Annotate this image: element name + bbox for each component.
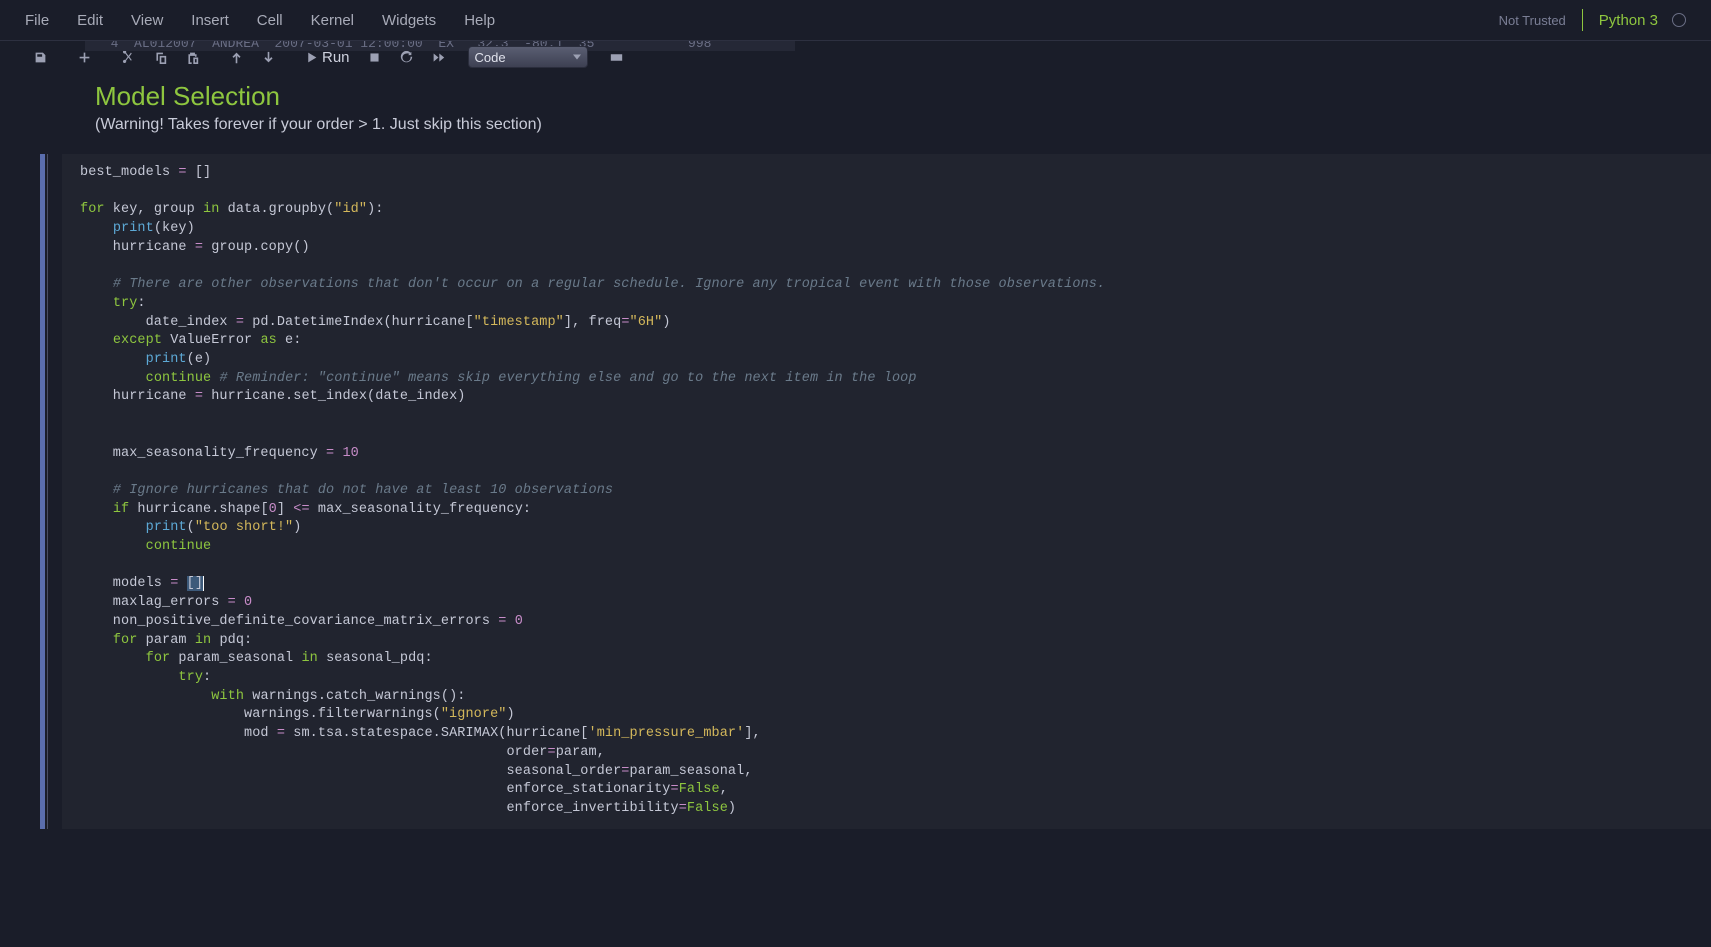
prompt-gutter bbox=[47, 154, 62, 829]
paste-icon bbox=[186, 51, 199, 64]
run-button[interactable]: Run bbox=[297, 44, 358, 70]
menu-widgets[interactable]: Widgets bbox=[382, 12, 436, 29]
notebook-container[interactable]: Model Selection (Warning! Takes forever … bbox=[0, 73, 1711, 947]
command-palette-button[interactable] bbox=[602, 44, 632, 70]
scissors-icon bbox=[122, 51, 135, 64]
copy-icon bbox=[154, 51, 167, 64]
play-icon bbox=[305, 51, 318, 64]
menu-view[interactable]: View bbox=[131, 12, 163, 29]
save-icon bbox=[34, 51, 47, 64]
trust-indicator[interactable]: Not Trusted bbox=[1499, 13, 1566, 28]
markdown-cell[interactable]: Model Selection (Warning! Takes forever … bbox=[40, 73, 1711, 144]
divider bbox=[1582, 9, 1583, 31]
kernel-status-icon bbox=[1672, 13, 1686, 27]
menu-kernel[interactable]: Kernel bbox=[311, 12, 354, 29]
move-up-button[interactable] bbox=[221, 44, 251, 70]
cell-type-select[interactable]: Code bbox=[468, 46, 588, 68]
plus-icon bbox=[78, 51, 91, 64]
kernel-name[interactable]: Python 3 bbox=[1599, 12, 1658, 29]
section-subtext: (Warning! Takes forever if your order > … bbox=[95, 116, 1671, 134]
save-button[interactable] bbox=[25, 44, 55, 70]
section-heading: Model Selection bbox=[95, 81, 1671, 112]
menu-file[interactable]: File bbox=[25, 12, 49, 29]
menu-edit[interactable]: Edit bbox=[77, 12, 103, 29]
stop-icon bbox=[368, 51, 381, 64]
menu-cell[interactable]: Cell bbox=[257, 12, 283, 29]
run-label: Run bbox=[322, 49, 350, 66]
arrow-up-icon bbox=[230, 51, 243, 64]
code-editor[interactable]: best_models = [] for key, group in data.… bbox=[62, 154, 1711, 829]
cell-selection-indicator bbox=[40, 154, 45, 829]
menu-insert[interactable]: Insert bbox=[191, 12, 229, 29]
add-cell-button[interactable] bbox=[69, 44, 99, 70]
move-down-button[interactable] bbox=[253, 44, 283, 70]
arrow-down-icon bbox=[262, 51, 275, 64]
restart-run-all-button[interactable] bbox=[424, 44, 454, 70]
keyboard-icon bbox=[610, 51, 623, 64]
fast-forward-icon bbox=[432, 51, 445, 64]
code-cell[interactable]: best_models = [] for key, group in data.… bbox=[40, 154, 1711, 829]
interrupt-button[interactable] bbox=[360, 44, 390, 70]
copy-button[interactable] bbox=[145, 44, 175, 70]
menu-bar: File Edit View Insert Cell Kernel Widget… bbox=[0, 0, 1711, 41]
toolbar: Run Code bbox=[0, 41, 1711, 73]
menu-help[interactable]: Help bbox=[464, 12, 495, 29]
cut-button[interactable] bbox=[113, 44, 143, 70]
restart-button[interactable] bbox=[392, 44, 422, 70]
refresh-icon bbox=[400, 51, 413, 64]
paste-button[interactable] bbox=[177, 44, 207, 70]
